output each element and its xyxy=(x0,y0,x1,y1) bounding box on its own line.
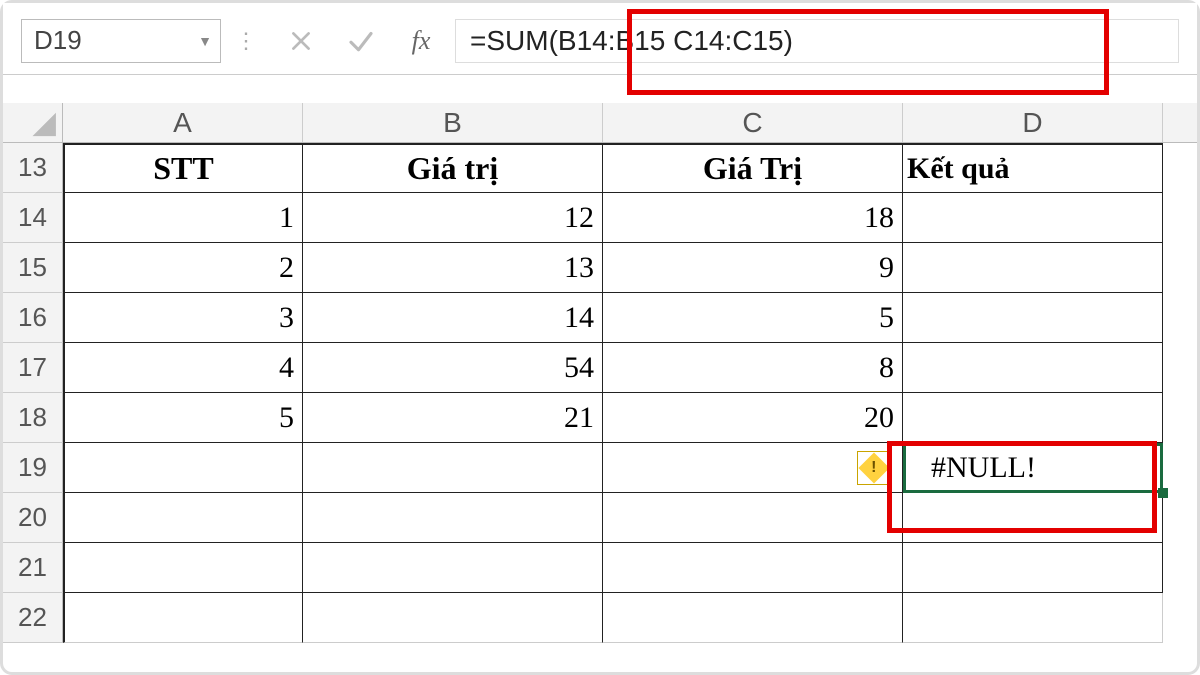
row-header[interactable]: 15 xyxy=(3,243,63,293)
cell-B14[interactable]: 12 xyxy=(303,193,603,243)
select-all-corner[interactable] xyxy=(3,103,63,143)
cell-A16[interactable]: 3 xyxy=(63,293,303,343)
cell-B18[interactable]: 21 xyxy=(303,393,603,443)
row-header[interactable]: 19 xyxy=(3,443,63,493)
cell-C20[interactable] xyxy=(603,493,903,543)
cell-B21[interactable] xyxy=(303,543,603,593)
column-headers: A B C D xyxy=(63,103,1197,143)
x-icon xyxy=(288,28,314,54)
cell-B15[interactable]: 13 xyxy=(303,243,603,293)
warning-diamond-icon: ! xyxy=(858,452,889,483)
cancel-button[interactable] xyxy=(271,19,331,63)
cell-C21[interactable] xyxy=(603,543,903,593)
cell-C14[interactable]: 18 xyxy=(603,193,903,243)
row-header[interactable]: 22 xyxy=(3,593,63,643)
name-box-value: D19 xyxy=(34,25,82,56)
separator-icon: ⋮ xyxy=(221,28,271,54)
fx-button[interactable]: fx xyxy=(391,19,451,63)
cell-A20[interactable] xyxy=(63,493,303,543)
cell-B19[interactable] xyxy=(303,443,603,493)
cell-C17[interactable]: 8 xyxy=(603,343,903,393)
row-header[interactable]: 20 xyxy=(3,493,63,543)
row-header[interactable]: 14 xyxy=(3,193,63,243)
table-row: 13 STT Giá trị Giá Trị Kết quả xyxy=(3,143,1197,193)
row-header[interactable]: 21 xyxy=(3,543,63,593)
cell-B20[interactable] xyxy=(303,493,603,543)
name-box[interactable]: D19 ▼ xyxy=(21,19,221,63)
cell-A19[interactable] xyxy=(63,443,303,493)
enter-button[interactable] xyxy=(331,19,391,63)
cell-D20[interactable] xyxy=(903,493,1163,543)
cell-C15[interactable]: 9 xyxy=(603,243,903,293)
table-row: 14 1 12 18 xyxy=(3,193,1197,243)
cell-D17[interactable] xyxy=(903,343,1163,393)
cell-A22[interactable] xyxy=(63,593,303,643)
rows: 13 STT Giá trị Giá Trị Kết quả 14 1 12 1… xyxy=(3,143,1197,643)
col-header-A[interactable]: A xyxy=(63,103,303,142)
cell-D13[interactable]: Kết quả xyxy=(903,143,1163,193)
cell-B22[interactable] xyxy=(303,593,603,643)
cell-A17[interactable]: 4 xyxy=(63,343,303,393)
cell-C13[interactable]: Giá Trị xyxy=(603,143,903,193)
row-header[interactable]: 13 xyxy=(3,143,63,193)
cell-D21[interactable] xyxy=(903,543,1163,593)
table-row: 20 xyxy=(3,493,1197,543)
table-row: 17 4 54 8 xyxy=(3,343,1197,393)
cell-D19[interactable]: #NULL! xyxy=(903,443,1163,493)
cell-B16[interactable]: 14 xyxy=(303,293,603,343)
table-row: 22 xyxy=(3,593,1197,643)
cell-A21[interactable] xyxy=(63,543,303,593)
cell-B17[interactable]: 54 xyxy=(303,343,603,393)
table-row: 18 5 21 20 xyxy=(3,393,1197,443)
row-header[interactable]: 16 xyxy=(3,293,63,343)
cell-B13[interactable]: Giá trị xyxy=(303,143,603,193)
cell-D15[interactable] xyxy=(903,243,1163,293)
col-header-C[interactable]: C xyxy=(603,103,903,142)
col-header-D[interactable]: D xyxy=(903,103,1163,142)
row-header[interactable]: 17 xyxy=(3,343,63,393)
table-row: 16 3 14 5 xyxy=(3,293,1197,343)
cell-D22[interactable] xyxy=(903,593,1163,643)
col-header-B[interactable]: B xyxy=(303,103,603,142)
formula-bar: D19 ▼ ⋮ fx =SUM(B14:B15 C14:C15) xyxy=(3,3,1197,75)
cell-A18[interactable]: 5 xyxy=(63,393,303,443)
cell-C16[interactable]: 5 xyxy=(603,293,903,343)
cell-D14[interactable] xyxy=(903,193,1163,243)
formula-text: =SUM(B14:B15 C14:C15) xyxy=(470,25,793,57)
cell-A15[interactable]: 2 xyxy=(63,243,303,293)
cell-D18[interactable] xyxy=(903,393,1163,443)
cell-C22[interactable] xyxy=(603,593,903,643)
table-row: 19 #NULL! xyxy=(3,443,1197,493)
cell-A14[interactable]: 1 xyxy=(63,193,303,243)
chevron-down-icon[interactable]: ▼ xyxy=(198,33,212,49)
check-icon xyxy=(346,26,376,56)
table-row: 21 xyxy=(3,543,1197,593)
error-indicator-button[interactable]: ! xyxy=(857,451,891,485)
table-row: 15 2 13 9 xyxy=(3,243,1197,293)
cell-A13[interactable]: STT xyxy=(63,143,303,193)
row-header[interactable]: 18 xyxy=(3,393,63,443)
spreadsheet-grid[interactable]: A B C D 13 STT Giá trị Giá Trị Kết quả 1… xyxy=(3,103,1197,643)
formula-input[interactable]: =SUM(B14:B15 C14:C15) xyxy=(455,19,1179,63)
cell-D16[interactable] xyxy=(903,293,1163,343)
cell-C18[interactable]: 20 xyxy=(603,393,903,443)
